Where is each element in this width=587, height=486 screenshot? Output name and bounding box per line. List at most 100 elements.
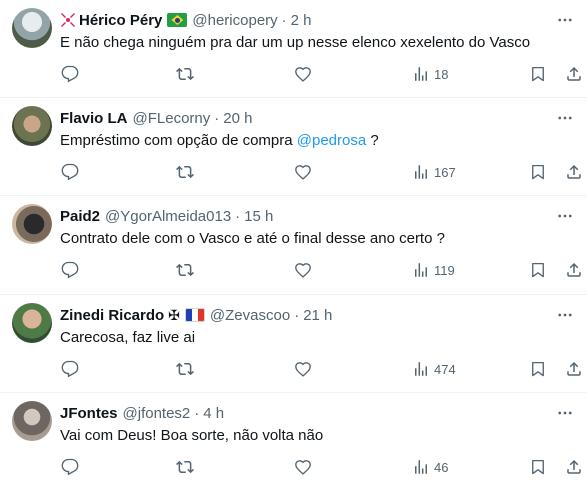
share-button[interactable] [565, 358, 583, 380]
share-button[interactable] [565, 259, 583, 281]
user-handle[interactable]: @FLecorny [133, 110, 211, 127]
tweet-header: Paid2 @YgorAlmeida013 · 15 h [60, 206, 273, 226]
display-name[interactable]: Hérico Péry [79, 12, 162, 29]
more-icon[interactable] [553, 401, 577, 425]
views-count: 18 [434, 66, 449, 82]
views-icon [415, 460, 427, 474]
separator: · [235, 207, 241, 225]
avatar[interactable] [12, 401, 52, 441]
tweet-text: E não chega ninguém pra dar um up nesse … [60, 34, 531, 51]
like-button[interactable] [294, 63, 312, 85]
user-handle[interactable]: @Zevascoo [210, 307, 290, 324]
retweet-icon [176, 263, 194, 277]
display-name[interactable]: Zinedi Ricardo [60, 307, 164, 324]
views-button[interactable]: 167 [412, 161, 456, 183]
bookmark-button[interactable] [529, 63, 547, 85]
like-button[interactable] [294, 259, 312, 281]
tweet-header: Flavio LA @FLecorny · 20 h [60, 108, 252, 128]
user-handle[interactable]: @jfontes2 [123, 405, 191, 422]
action-bar: 18 [60, 63, 587, 85]
timestamp[interactable]: 2 h [291, 12, 312, 29]
like-icon [295, 67, 311, 82]
reply-icon [61, 458, 79, 476]
bookmark-icon [532, 164, 544, 180]
tweet-text: Carecosa, faz live ai [60, 329, 196, 346]
action-bar: 119 [60, 259, 587, 281]
avatar[interactable] [12, 106, 52, 146]
tweet-reply[interactable]: JFontes @jfontes2 · 4 h Vai com Deus! Bo… [0, 393, 587, 486]
reply-icon [61, 65, 79, 83]
reply-button[interactable] [61, 456, 79, 478]
bookmark-button[interactable] [529, 358, 547, 380]
retweet-button[interactable] [176, 259, 194, 281]
like-button[interactable] [294, 161, 312, 183]
views-icon [415, 165, 427, 179]
like-button[interactable] [294, 358, 312, 380]
views-button[interactable]: 119 [412, 259, 455, 281]
more-icon[interactable] [553, 8, 577, 32]
france-flag-icon [184, 308, 205, 322]
retweet-button[interactable] [176, 161, 194, 183]
bookmark-button[interactable] [529, 259, 547, 281]
reply-button[interactable] [61, 358, 79, 380]
tweet-text-part: Empréstimo com opção de compra [60, 132, 297, 149]
avatar[interactable] [12, 303, 52, 343]
timestamp[interactable]: 4 h [203, 405, 224, 422]
retweet-icon [176, 67, 194, 81]
separator: · [294, 306, 300, 324]
tweet-reply[interactable]: Paid2 @YgorAlmeida013 · 15 h Contrato de… [0, 196, 587, 295]
retweet-icon [176, 165, 194, 179]
views-count: 119 [434, 262, 455, 278]
timestamp[interactable]: 15 h [244, 208, 273, 225]
more-icon[interactable] [553, 106, 577, 130]
views-count: 167 [434, 164, 456, 180]
views-count: 46 [434, 459, 449, 475]
more-icon[interactable] [553, 303, 577, 327]
more-icon[interactable] [553, 204, 577, 228]
separator: · [214, 109, 220, 127]
tweet-header: Hérico Péry @hericopery · 2 h [60, 10, 312, 30]
views-button[interactable]: 46 [412, 456, 448, 478]
avatar[interactable] [12, 8, 52, 48]
share-icon [567, 164, 581, 179]
views-button[interactable]: 18 [412, 63, 448, 85]
avatar[interactable] [12, 204, 52, 244]
share-button[interactable] [565, 456, 583, 478]
user-handle[interactable]: @YgorAlmeida013 [105, 208, 231, 225]
tweet-reply[interactable]: Zinedi Ricardo ✠ @Zevascoo · 21 h Careco… [0, 295, 587, 393]
bookmark-button[interactable] [529, 456, 547, 478]
like-icon [295, 165, 311, 180]
retweet-button[interactable] [176, 63, 194, 85]
share-icon [567, 361, 581, 376]
retweet-button[interactable] [176, 358, 194, 380]
reply-button[interactable] [61, 161, 79, 183]
reply-icon [61, 163, 79, 181]
display-name[interactable]: JFontes [60, 405, 118, 422]
like-icon [295, 460, 311, 475]
bookmark-icon [532, 361, 544, 377]
display-name[interactable]: Flavio LA [60, 110, 128, 127]
share-icon [567, 262, 581, 277]
user-handle[interactable]: @hericopery [192, 12, 277, 29]
reply-button[interactable] [61, 63, 79, 85]
bookmark-button[interactable] [529, 161, 547, 183]
like-button[interactable] [294, 456, 312, 478]
display-name[interactable]: Paid2 [60, 208, 100, 225]
timestamp[interactable]: 21 h [303, 307, 332, 324]
retweet-icon [176, 460, 194, 474]
share-button[interactable] [565, 161, 583, 183]
retweet-button[interactable] [176, 456, 194, 478]
reply-button[interactable] [61, 259, 79, 281]
views-button[interactable]: 474 [412, 358, 456, 380]
tweet-reply[interactable]: Hérico Péry @hericopery · 2 h E não cheg… [0, 0, 587, 98]
views-icon [415, 362, 427, 376]
mention-link[interactable]: @pedrosa [297, 132, 366, 149]
action-bar: 474 [60, 358, 587, 380]
timestamp[interactable]: 20 h [223, 110, 252, 127]
share-button[interactable] [565, 63, 583, 85]
separator: · [194, 404, 200, 422]
share-icon [567, 66, 581, 81]
bookmark-icon [532, 262, 544, 278]
views-icon [415, 263, 427, 277]
tweet-reply[interactable]: Flavio LA @FLecorny · 20 h Empréstimo co… [0, 98, 587, 196]
